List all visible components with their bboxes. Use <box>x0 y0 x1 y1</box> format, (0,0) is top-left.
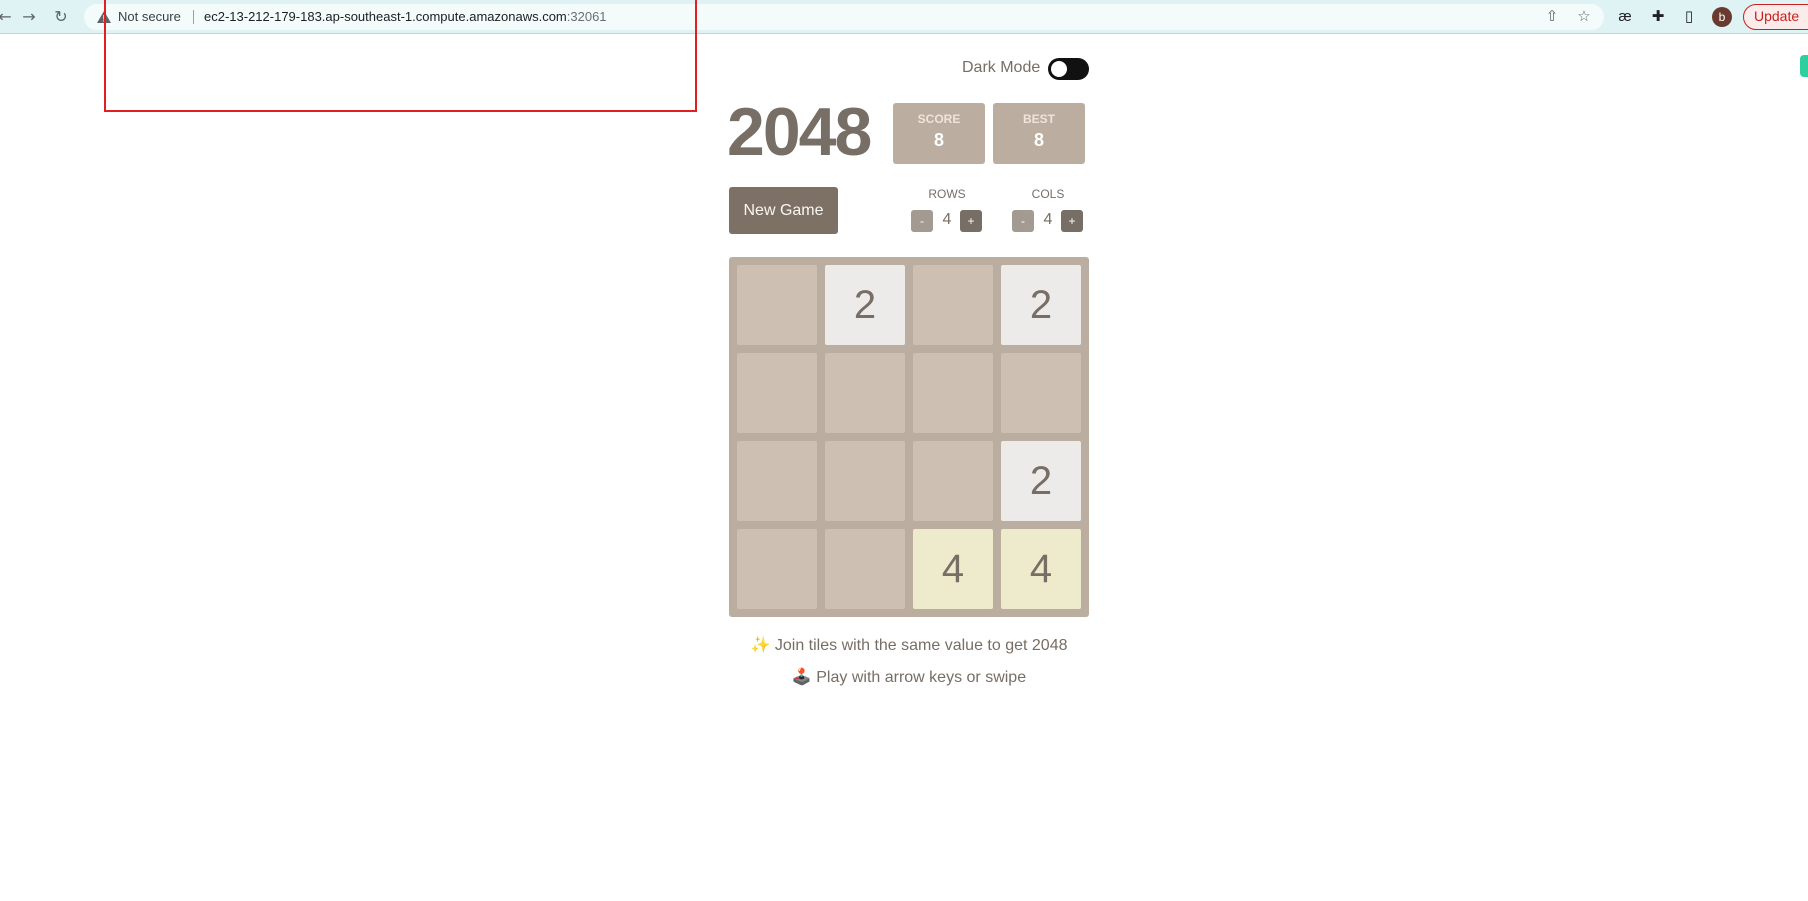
best-box: BEST 8 <box>993 103 1085 164</box>
reload-icon[interactable]: ↻ <box>50 6 72 28</box>
update-button[interactable]: Update <box>1743 4 1808 30</box>
cols-label: COLS <box>1031 187 1065 201</box>
empty-cell <box>913 265 993 345</box>
side-extension-tab[interactable] <box>1800 55 1808 77</box>
empty-cell <box>737 353 817 433</box>
rows-value: 4 <box>942 211 952 228</box>
empty-cell <box>1001 353 1081 433</box>
best-value: 8 <box>1033 130 1044 150</box>
cols-value: 4 <box>1043 211 1053 228</box>
score-label: SCORE <box>917 112 961 126</box>
tile: 4 <box>913 529 993 609</box>
tile: 4 <box>1001 529 1081 609</box>
empty-cell <box>737 265 817 345</box>
empty-cell <box>825 529 905 609</box>
tile: 2 <box>825 265 905 345</box>
rows-label: ROWS <box>928 187 966 201</box>
empty-cell <box>825 353 905 433</box>
new-game-button[interactable]: New Game <box>729 187 838 234</box>
dark-mode-toggle[interactable] <box>1048 58 1089 80</box>
avatar[interactable]: b <box>1712 7 1732 27</box>
extension-ae-icon[interactable]: æ <box>1614 6 1636 28</box>
score-value: 8 <box>933 130 944 150</box>
puzzle-extensions-icon[interactable]: ✚ <box>1647 6 1669 28</box>
cols-decrement-button[interactable]: - <box>1012 210 1034 232</box>
tile: 2 <box>1001 265 1081 345</box>
empty-cell <box>737 441 817 521</box>
tile: 2 <box>1001 441 1081 521</box>
highlight-box <box>104 0 697 112</box>
hint-controls: 🕹️ Play with arrow keys or swipe <box>791 669 1027 686</box>
best-label: BEST <box>1022 112 1055 126</box>
game-board[interactable]: 22244 <box>729 257 1089 617</box>
rows-decrement-button[interactable]: - <box>911 210 933 232</box>
empty-cell <box>913 441 993 521</box>
share-icon[interactable]: ⇧ <box>1542 7 1562 27</box>
empty-cell <box>737 529 817 609</box>
toggle-knob <box>1051 61 1067 77</box>
rows-increment-button[interactable]: + <box>960 210 982 232</box>
side-panel-icon[interactable]: ▯ <box>1678 6 1700 28</box>
empty-cell <box>913 353 993 433</box>
game-title: 2048 <box>727 94 872 170</box>
bookmark-star-icon[interactable]: ☆ <box>1574 7 1594 27</box>
score-box: SCORE 8 <box>893 103 985 164</box>
back-arrow-icon[interactable]: ← <box>0 6 16 28</box>
cols-increment-button[interactable]: + <box>1061 210 1083 232</box>
hint-join-tiles: ✨ Join tiles with the same value to get … <box>750 637 1068 654</box>
dark-mode-label: Dark Mode <box>962 59 1041 76</box>
forward-arrow-icon[interactable]: → <box>18 6 40 28</box>
empty-cell <box>825 441 905 521</box>
